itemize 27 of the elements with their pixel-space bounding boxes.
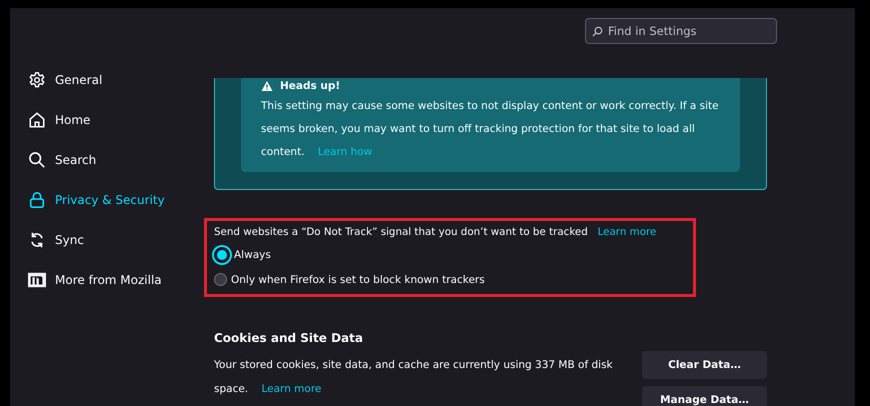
cookie-data-button[interactable]: Manage Data… (642, 386, 767, 406)
sidebar-item[interactable]: Home (28, 109, 200, 131)
radio-label: Always (234, 248, 271, 260)
warning-icon (261, 80, 273, 92)
sidebar-item[interactable]: Search (28, 149, 200, 171)
radio-button[interactable] (214, 246, 230, 262)
gear-icon (28, 71, 46, 89)
mozilla-logo-icon (28, 271, 46, 289)
sidebar-item[interactable]: General (28, 69, 200, 91)
learn-more-link[interactable]: Learn more (598, 226, 656, 238)
warning-title: Heads up! (280, 80, 340, 92)
radio-label: Only when Firefox is set to block known trackers (231, 274, 485, 286)
warning-text: This setting may cause some websites to not display content or work correctly. If a site seems broken, you may want to turn off tracking protection for that site to load all content. Learn how (261, 99, 720, 160)
cookies-description: Your stored cookies, site data, and cache are currently using 337 MB of disk space. Learn more (214, 358, 614, 397)
search-icon (592, 26, 603, 37)
section-heading: Cookies and Site Data (214, 331, 364, 345)
do-not-track-label: Send websites a “Do Not Track” signal that you don’t want to be tracked Learn more (214, 225, 658, 240)
sidebar-item[interactable]: Privacy & Security (28, 189, 200, 211)
cookie-data-button[interactable]: Clear Data… (642, 351, 767, 379)
home-icon (28, 111, 46, 129)
sidebar-item[interactable]: Sync (28, 229, 200, 251)
sidebar-item[interactable]: More from Mozilla (28, 269, 200, 291)
search-icon (28, 151, 46, 169)
lock-icon (28, 191, 46, 209)
radio-button[interactable] (214, 273, 227, 286)
search-field[interactable]: Find in Settings (585, 18, 777, 44)
learn-more-link[interactable]: Learn more (262, 383, 322, 395)
